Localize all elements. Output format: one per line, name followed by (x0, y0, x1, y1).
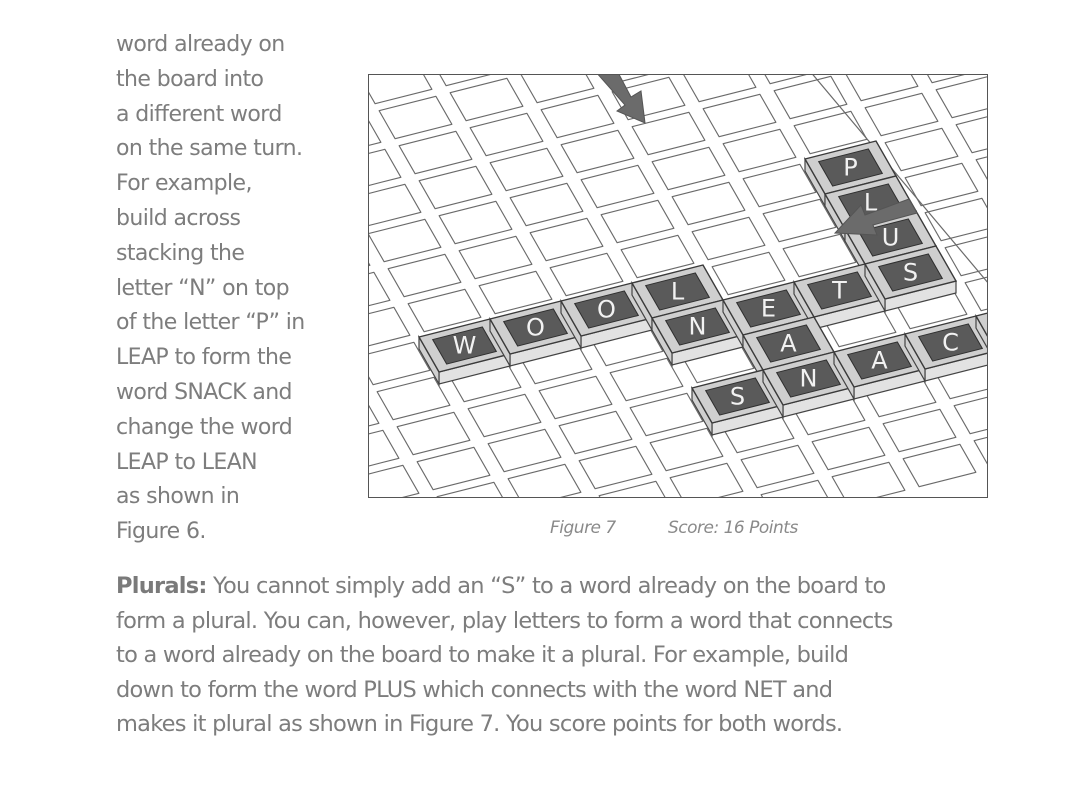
board-square (369, 218, 442, 263)
tile-letter: O (597, 296, 616, 324)
paragraph-line: to a word already on the board to make i… (116, 642, 849, 669)
side-text-line: word already on (116, 32, 285, 57)
board-square (864, 92, 939, 137)
board-square (935, 76, 987, 119)
side-text-line: For example, (116, 171, 252, 197)
paragraph-line: form a plural. You can, however, play le… (116, 607, 893, 634)
board-square (396, 411, 471, 456)
board-square (418, 165, 493, 210)
board-square (458, 235, 533, 280)
board-square (691, 216, 766, 261)
board-square (507, 463, 582, 497)
board-square (882, 408, 957, 453)
side-text-line: change the word (116, 414, 293, 440)
board-square (902, 443, 977, 488)
board-square (369, 271, 391, 307)
side-text-line: on the same turn. (116, 136, 303, 162)
board-square (369, 429, 400, 467)
board-square (529, 217, 604, 262)
tile-letter: L (671, 278, 685, 306)
tile-letter: O (526, 314, 545, 342)
board-square (600, 199, 675, 244)
board-square (369, 306, 411, 347)
tile-letter: E (761, 295, 776, 323)
board-square (489, 147, 564, 192)
board-square (449, 77, 524, 122)
board-square (558, 410, 633, 455)
board-square (955, 116, 987, 154)
tile-letter: W (453, 332, 477, 360)
tile-letter: P (843, 154, 857, 182)
board-square (387, 253, 462, 298)
side-text-line: build across (116, 205, 241, 231)
board-square (831, 461, 906, 497)
paragraph-line: Plurals: You cannot simply add an “S” to… (116, 573, 886, 599)
side-text-line: LEAP to form the (116, 345, 292, 371)
figure-7-board-illustration: PLWOOLUNETSASNACK (368, 74, 988, 498)
tile-letter: S (730, 383, 745, 411)
board-square (669, 462, 744, 497)
plurals-paragraph: Plurals: You cannot simply add an “S” to… (116, 569, 1016, 742)
board-square (540, 94, 615, 139)
tile-letter: S (903, 259, 918, 287)
board-square (369, 183, 422, 227)
game-board: PLWOOLUNETSASNACK (369, 75, 987, 497)
board-square (469, 112, 544, 157)
board-square (722, 128, 797, 173)
side-text-line: of the letter “P” in (116, 310, 305, 336)
board-square (811, 426, 886, 471)
board-square (651, 146, 726, 191)
board-square (487, 428, 562, 473)
board-square (953, 396, 987, 435)
board-square (398, 130, 473, 175)
board-square (378, 95, 453, 140)
side-text-line: as shown in (116, 484, 240, 510)
figure-score: Score: 16 Points (668, 518, 798, 538)
board-square (369, 464, 420, 497)
board-square (904, 162, 979, 207)
board-square (560, 129, 635, 174)
tile-letter: C (942, 329, 959, 357)
plurals-heading: Plurals: (116, 573, 207, 599)
side-text-line: letter “N” on top (116, 275, 290, 301)
board-square (538, 375, 613, 420)
side-text-line: a different word (116, 101, 282, 127)
tile-letter: U (882, 224, 900, 252)
board-square (467, 393, 542, 438)
board-square (438, 200, 513, 245)
board-square (702, 93, 777, 138)
board-square (580, 164, 655, 209)
side-text-line: word SNACK and (116, 379, 293, 405)
tile-letter: A (871, 347, 888, 375)
board-square (578, 445, 653, 490)
tile-letter: N (689, 313, 707, 341)
side-text-line: stacking the (116, 240, 245, 266)
paragraph-line: makes it plural as shown in Figure 7. Yo… (116, 711, 843, 738)
side-text-line: the board into (116, 66, 264, 92)
board-square (740, 444, 815, 489)
board-square (671, 181, 746, 226)
board-square (773, 75, 848, 120)
board-square (509, 182, 584, 227)
board-square (964, 276, 987, 312)
figure-caption: Figure 7 (550, 518, 616, 538)
tile-letter: N (800, 365, 818, 393)
tile-letter: A (780, 330, 797, 358)
board-square (884, 127, 959, 172)
side-text-line: LEAP to LEAN (116, 449, 258, 475)
tile-letter: T (831, 277, 847, 305)
paragraph-line: down to form the word PLUS which connect… (116, 676, 833, 703)
side-column-text: word already on the board into a differe… (116, 28, 356, 550)
side-text-line: Figure 6. (116, 519, 206, 545)
board-square (369, 148, 402, 186)
board-square (416, 446, 491, 491)
